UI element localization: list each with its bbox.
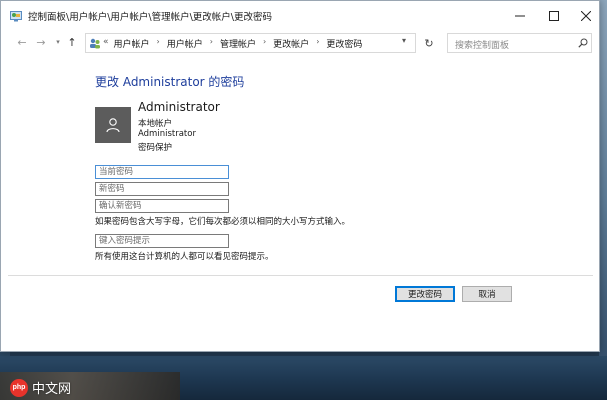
- navigation-bar: ← → ▾ ↑ « 用户帐户 › 用户帐户 › 管理帐户 › 更改帐户 › 更改…: [1, 31, 599, 55]
- footer-divider: [8, 275, 593, 276]
- avatar: [95, 107, 131, 143]
- control-panel-icon: [10, 10, 22, 22]
- chevron-right-icon[interactable]: ›: [157, 37, 160, 50]
- search-box[interactable]: 搜索控制面板: [447, 33, 592, 53]
- refresh-icon: ↻: [424, 36, 434, 50]
- chevron-right-icon[interactable]: ›: [316, 37, 319, 50]
- address-dropdown-icon[interactable]: ▾: [402, 36, 406, 45]
- control-panel-window: 控制面板\用户帐户\用户帐户\管理帐户\更改帐户\更改密码 ← → ▾ ↑ « …: [0, 0, 600, 352]
- title-bar[interactable]: 控制面板\用户帐户\用户帐户\管理帐户\更改帐户\更改密码: [1, 1, 599, 31]
- breadcrumb: « 用户帐户 › 用户帐户 › 管理帐户 › 更改帐户 › 更改密码: [103, 37, 362, 50]
- search-input[interactable]: 搜索控制面板: [455, 38, 509, 51]
- php-logo: php: [10, 378, 28, 397]
- breadcrumb-item-manage-accounts[interactable]: 管理帐户: [220, 37, 256, 50]
- breadcrumb-item-user-accounts-2[interactable]: 用户帐户: [167, 37, 203, 50]
- case-sensitivity-note: 如果密码包含大写字母，它们每次都必须以相同的大小写方式输入。: [95, 217, 351, 227]
- search-icon[interactable]: [578, 38, 588, 48]
- breadcrumb-item-user-accounts[interactable]: 用户帐户: [114, 37, 150, 50]
- account-group: Administrator: [138, 129, 196, 139]
- confirm-password-field[interactable]: [95, 199, 229, 213]
- watermark: php 中文网: [10, 378, 71, 397]
- account-password-status: 密码保护: [138, 143, 173, 153]
- minimize-button[interactable]: [502, 1, 538, 31]
- account-type: 本地帐户: [138, 119, 173, 129]
- cancel-button[interactable]: 取消: [462, 286, 512, 302]
- arrow-right-icon: →: [36, 35, 46, 49]
- recent-locations-button[interactable]: ▾: [51, 35, 65, 49]
- arrow-left-icon: ←: [17, 35, 27, 49]
- window-title: 控制面板\用户帐户\用户帐户\管理帐户\更改帐户\更改密码: [28, 12, 273, 23]
- chevron-down-icon: ▾: [56, 38, 60, 46]
- password-hint-field[interactable]: [95, 234, 229, 248]
- forward-button[interactable]: →: [34, 35, 48, 49]
- watermark-text: 中文网: [32, 381, 72, 396]
- desktop-background-right: [599, 0, 607, 400]
- hint-visibility-note: 所有使用这台计算机的人都可以看见密码提示。: [95, 252, 274, 262]
- up-button[interactable]: ↑: [65, 35, 79, 49]
- page-title: 更改 Administrator 的密码: [95, 75, 245, 89]
- address-bar[interactable]: « 用户帐户 › 用户帐户 › 管理帐户 › 更改帐户 › 更改密码 ▾: [85, 33, 416, 53]
- minimize-icon: [515, 15, 525, 17]
- user-accounts-icon: [89, 37, 101, 49]
- breadcrumb-overflow[interactable]: «: [103, 37, 109, 50]
- maximize-button[interactable]: [536, 1, 572, 31]
- new-password-field[interactable]: [95, 182, 229, 196]
- account-name: Administrator: [138, 100, 220, 114]
- close-icon: [581, 11, 591, 21]
- close-button[interactable]: [568, 1, 604, 31]
- chevron-right-icon[interactable]: ›: [210, 37, 213, 50]
- current-password-field[interactable]: [95, 165, 229, 179]
- change-password-button[interactable]: 更改密码: [395, 286, 455, 302]
- back-button[interactable]: ←: [15, 35, 29, 49]
- breadcrumb-item-change-password[interactable]: 更改密码: [326, 37, 362, 50]
- maximize-icon: [549, 11, 559, 21]
- user-icon: [106, 118, 120, 133]
- breadcrumb-item-change-account[interactable]: 更改帐户: [273, 37, 309, 50]
- refresh-button[interactable]: ↻: [420, 33, 438, 53]
- arrow-up-icon: ↑: [67, 35, 77, 49]
- chevron-right-icon[interactable]: ›: [263, 37, 266, 50]
